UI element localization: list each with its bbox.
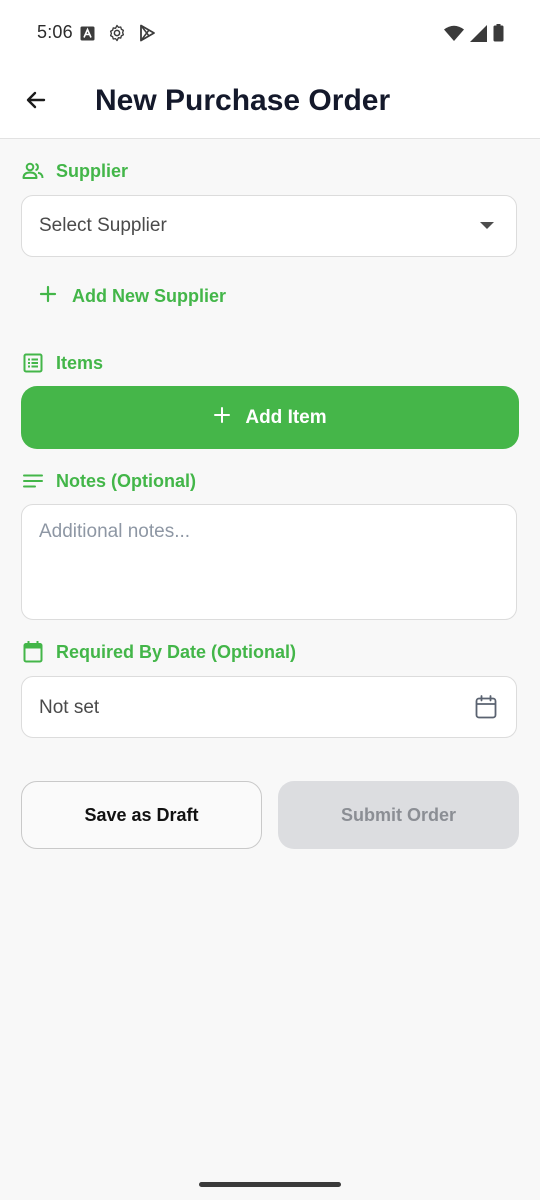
submit-order-button[interactable]: Submit Order — [278, 781, 519, 849]
status-time: 5:06 — [37, 22, 73, 42]
add-item-label: Add Item — [245, 406, 327, 428]
supplier-select-value: Select Supplier — [39, 215, 167, 236]
plus-icon — [213, 406, 231, 430]
status-system-icons — [444, 24, 504, 47]
battery-icon — [493, 24, 504, 47]
add-item-button[interactable]: Add Item — [21, 386, 519, 449]
page-title: New Purchase Order — [95, 84, 391, 117]
play-store-icon — [139, 24, 156, 47]
plus-icon — [38, 284, 58, 309]
notes-lines-icon — [22, 470, 44, 492]
add-new-supplier-label: Add New Supplier — [72, 286, 227, 306]
items-label-text: Items — [56, 352, 104, 373]
wifi-icon — [444, 25, 464, 46]
supplier-section-label: Supplier — [22, 160, 128, 182]
dropdown-caret-icon — [480, 222, 494, 229]
items-section-label: Items — [22, 352, 103, 374]
status-notification-icons — [80, 24, 156, 47]
notes-section-label: Notes (Optional) — [22, 470, 196, 492]
back-button[interactable] — [18, 84, 54, 120]
cell-signal-icon — [470, 24, 487, 47]
supplier-label-text: Supplier — [56, 160, 129, 181]
notes-field[interactable] — [21, 504, 517, 620]
home-indicator[interactable] — [199, 1182, 341, 1187]
status-bar: 5:06 — [0, 0, 540, 66]
people-icon — [22, 160, 44, 182]
app-bar: New Purchase Order — [0, 66, 540, 139]
purchase-order-screen: 5:06 New Purchase Order Supplier Select … — [0, 0, 540, 1200]
arrow-left-icon — [24, 88, 48, 117]
settings-gear-icon — [108, 24, 126, 47]
calendar-icon — [22, 641, 44, 663]
supplier-select[interactable]: Select Supplier — [21, 195, 517, 257]
required-date-field[interactable]: Not set — [21, 676, 517, 738]
notes-label-text: Notes (Optional) — [56, 470, 196, 491]
required-date-label-text: Required By Date (Optional) — [56, 641, 297, 662]
add-new-supplier-button[interactable]: Add New Supplier — [38, 284, 226, 309]
required-date-value: Not set — [39, 697, 100, 718]
save-as-draft-button[interactable]: Save as Draft — [21, 781, 262, 849]
notes-textarea[interactable] — [22, 505, 516, 619]
font-a-icon — [80, 26, 95, 46]
list-alt-icon — [22, 352, 44, 374]
calendar-outline-icon[interactable] — [475, 695, 497, 724]
required-date-section-label: Required By Date (Optional) — [22, 641, 296, 663]
